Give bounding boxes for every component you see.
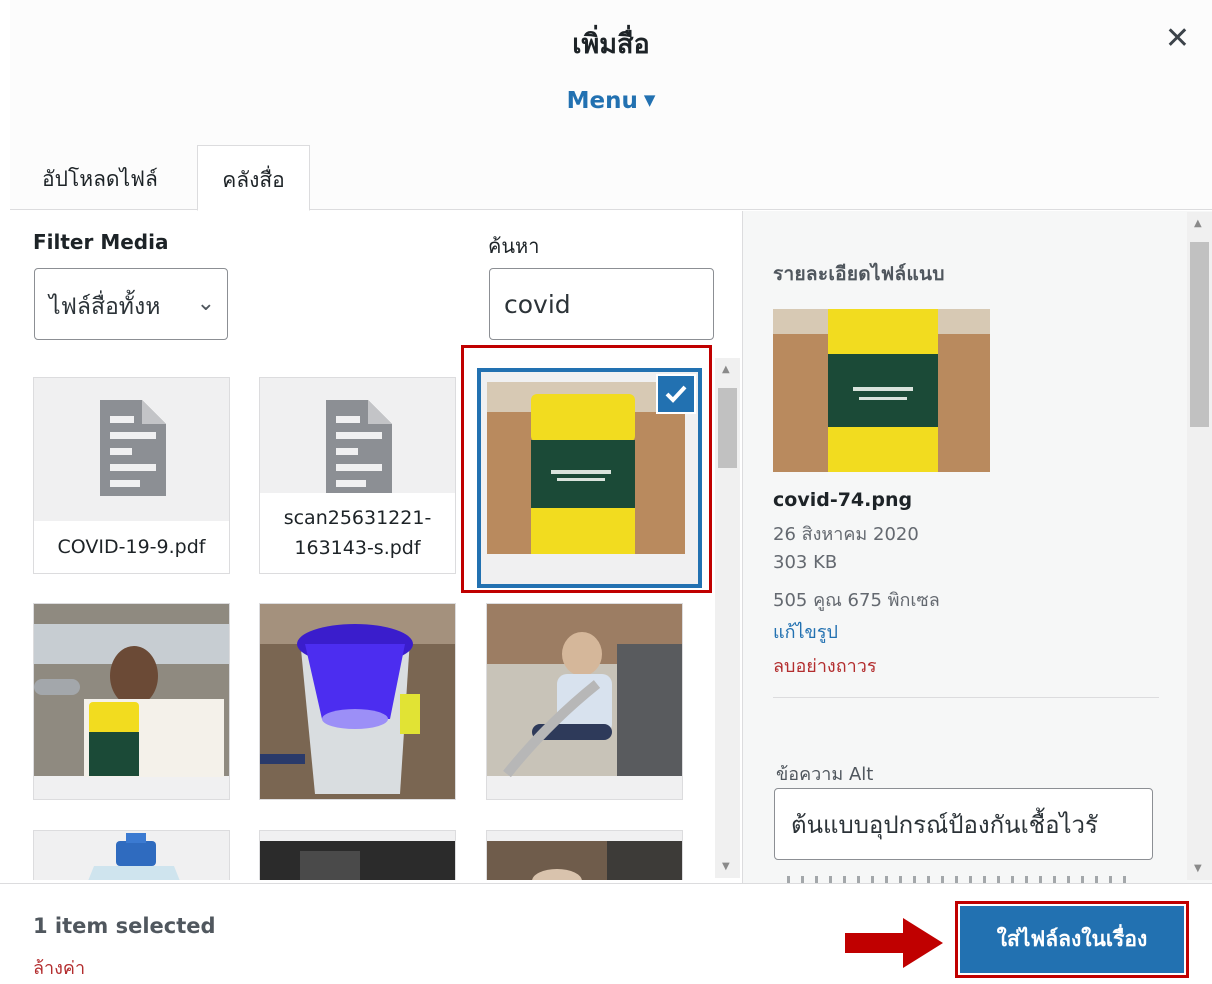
filter-media-value: ไฟล์สื่อทั้งห xyxy=(49,294,161,320)
media-item-image[interactable] xyxy=(33,830,230,880)
thumbnail-room-image xyxy=(487,831,682,880)
media-item-image[interactable] xyxy=(486,830,683,880)
media-item-filename: scan25631221-163143-s.pdf xyxy=(260,493,455,573)
media-item-document[interactable]: COVID-19-9.pdf xyxy=(33,377,230,574)
alt-text-input[interactable] xyxy=(774,788,1153,860)
scrollbar-thumb[interactable] xyxy=(1190,242,1209,427)
modal-title: เพิ่มสื่อ xyxy=(572,29,650,60)
thumbnail-uv-cylinder-image xyxy=(260,604,455,799)
media-item-filename: COVID-19-9.pdf xyxy=(34,521,229,573)
attachment-preview xyxy=(773,309,990,472)
scroll-down-icon[interactable]: ▼ xyxy=(722,861,730,872)
tab-media-library[interactable]: คลังสื่อ xyxy=(197,145,310,211)
attachment-size: 303 KB xyxy=(773,552,838,573)
menu-toggle[interactable]: Menu ▼ xyxy=(10,88,1212,114)
modal-header: เพิ่มสื่อ ✕ Menu ▼ อัปโหลดไฟล์ คลังสื่อ xyxy=(10,0,1212,211)
sidebar-overflow-content xyxy=(787,876,1127,883)
sidebar-divider xyxy=(773,697,1159,698)
media-item-image[interactable] xyxy=(259,830,456,880)
search-input[interactable] xyxy=(489,268,714,340)
scroll-down-icon[interactable]: ▼ xyxy=(1194,863,1202,874)
media-modal: เพิ่มสื่อ ✕ Menu ▼ อัปโหลดไฟล์ คลังสื่อ F… xyxy=(0,0,1212,984)
delete-permanently-link[interactable]: ลบอย่างถาวร xyxy=(773,651,877,680)
edit-image-link[interactable]: แก้ไขรูป xyxy=(773,617,838,646)
attachment-filename: covid-74.png xyxy=(773,489,913,511)
thumbnail-person-image xyxy=(34,604,229,799)
filter-media-label: Filter Media xyxy=(33,230,169,254)
scrollbar-thumb[interactable] xyxy=(718,388,737,468)
scroll-up-icon[interactable]: ▲ xyxy=(722,364,730,375)
selection-count: 1 item selected xyxy=(33,914,216,938)
insert-into-post-button[interactable]: ใส่ไฟล์ลงในเรื่อง xyxy=(960,906,1184,973)
attachment-details-sidebar: รายละเอียดไฟล์แนบ covid-74.png 26 สิงหาค… xyxy=(742,211,1212,883)
alt-text-label: ข้อความ Alt xyxy=(776,764,874,785)
media-item-document[interactable]: scan25631221-163143-s.pdf xyxy=(259,377,456,574)
document-icon xyxy=(100,400,166,496)
close-icon[interactable]: ✕ xyxy=(1165,24,1190,54)
selected-item-highlight xyxy=(461,345,712,593)
thumbnail-seated-person-image xyxy=(487,604,682,799)
menu-label: Menu xyxy=(566,88,638,114)
clear-selection-link[interactable]: ล้างค่า xyxy=(33,953,85,982)
thumbnail-dark-image xyxy=(260,831,455,880)
modal-toolbar: 1 item selected ล้างค่า ใส่ไฟล์ลงในเรื่อ… xyxy=(0,883,1212,984)
preview-cylinder-image xyxy=(773,309,990,472)
media-item-image[interactable] xyxy=(486,603,683,800)
media-grid-scrollbar[interactable]: ▲ ▼ xyxy=(715,358,740,878)
attachment-details-heading: รายละเอียดไฟล์แนบ xyxy=(773,263,945,285)
media-item-image[interactable] xyxy=(33,603,230,800)
media-item-image[interactable] xyxy=(259,603,456,800)
filter-media-select[interactable]: ไฟล์สื่อทั้งห ⌄ xyxy=(34,268,228,340)
document-icon xyxy=(326,400,392,496)
attachment-dimensions: 505 คูณ 675 พิกเซล xyxy=(773,590,940,611)
scroll-up-icon[interactable]: ▲ xyxy=(1194,218,1202,229)
chevron-down-icon: ⌄ xyxy=(196,291,215,316)
search-label: ค้นหา xyxy=(488,234,540,258)
arrow-right-icon xyxy=(845,918,943,968)
sidebar-scrollbar[interactable]: ▲ ▼ xyxy=(1187,212,1212,880)
caret-down-icon: ▼ xyxy=(643,91,656,109)
tab-upload-files[interactable]: อัปโหลดไฟล์ xyxy=(32,145,192,211)
attachment-date: 26 สิงหาคม 2020 xyxy=(773,524,919,545)
thumbnail-bottle-image xyxy=(34,831,229,880)
